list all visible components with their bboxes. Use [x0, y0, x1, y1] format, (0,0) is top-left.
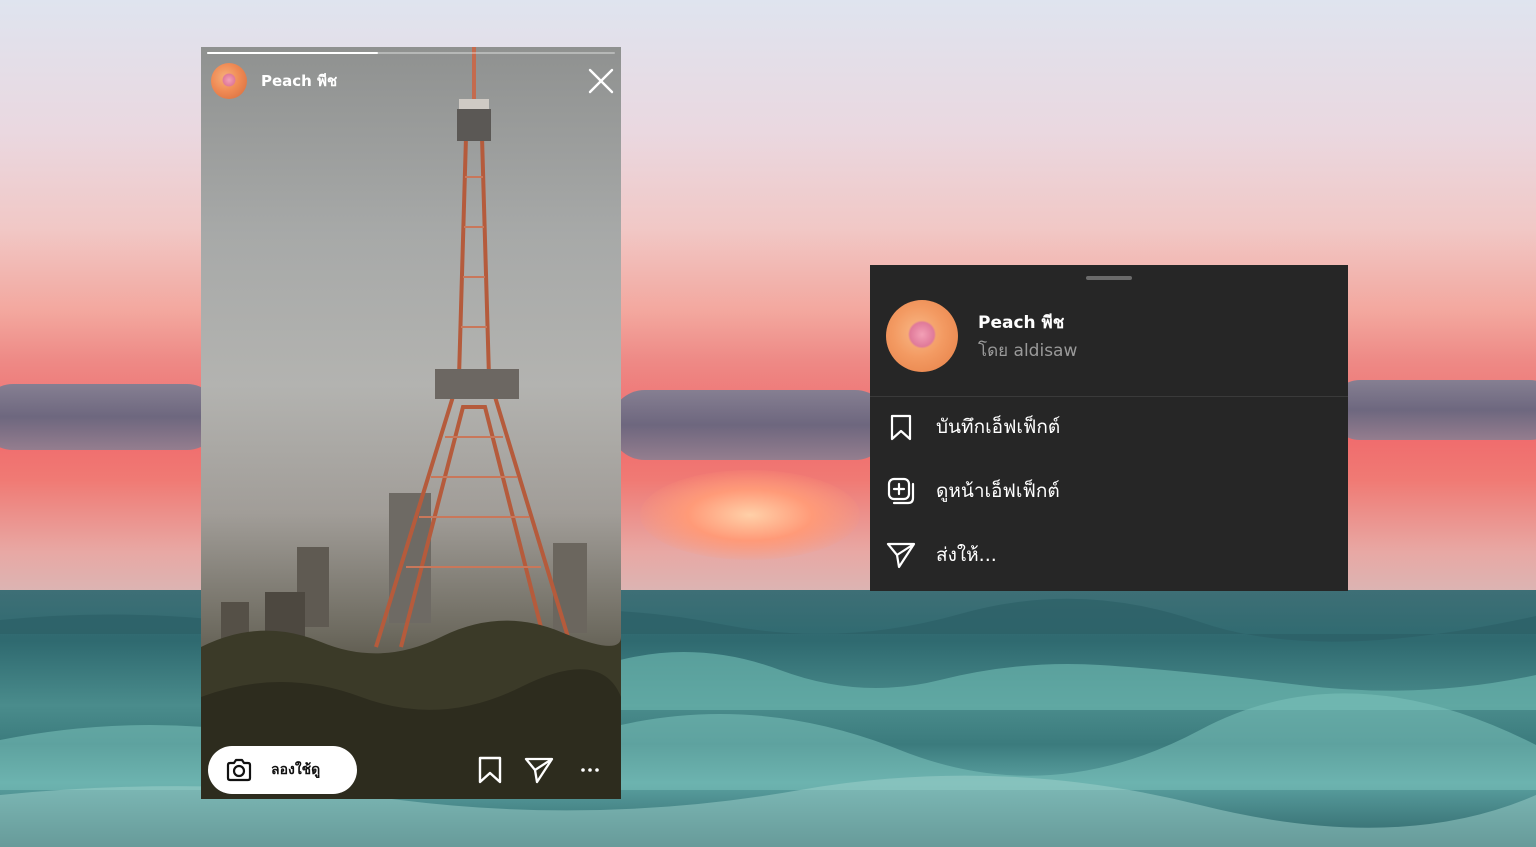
- story-header[interactable]: Peach พีช: [211, 63, 337, 99]
- menu-item-save-effect[interactable]: บันทึกเอ็ฟเฟ็กต์: [870, 399, 1348, 455]
- sheet-drag-handle[interactable]: [1086, 276, 1132, 280]
- setting-sun: [640, 470, 860, 560]
- cloud-band-middle: [610, 390, 890, 460]
- send-icon[interactable]: [524, 755, 554, 785]
- cloud-band-right: [1330, 380, 1536, 440]
- try-effect-button[interactable]: ลองใช้ดู: [208, 746, 357, 794]
- bookmark-icon[interactable]: [475, 755, 505, 785]
- effect-creator[interactable]: โดย aldisaw: [978, 337, 1077, 364]
- story-viewer[interactable]: Peach พีช ลองใช้ดู: [201, 47, 621, 799]
- effect-avatar-large[interactable]: [886, 300, 958, 372]
- effect-info[interactable]: Peach พีช โดย aldisaw: [886, 300, 1077, 372]
- camera-icon: [226, 758, 252, 782]
- story-progress-bar: [207, 52, 615, 54]
- tokyo-tower-photo: [201, 47, 621, 799]
- send-icon: [886, 542, 916, 569]
- menu-item-label: ส่งให้...: [936, 544, 997, 566]
- menu-item-send-to[interactable]: ส่งให้...: [870, 527, 1348, 583]
- menu-item-label: บันทึกเอ็ฟเฟ็กต์: [936, 416, 1061, 438]
- close-icon[interactable]: [587, 67, 615, 95]
- cloud-band-left: [0, 384, 220, 450]
- try-effect-label: ลองใช้ดู: [271, 762, 321, 778]
- menu-item-view-effect-page[interactable]: ดูหน้าเอ็ฟเฟ็กต์: [870, 463, 1348, 519]
- effect-avatar[interactable]: [211, 63, 247, 99]
- add-effect-page-icon: [887, 477, 915, 505]
- story-author-name[interactable]: Peach พีช: [261, 69, 337, 93]
- sheet-divider: [870, 396, 1348, 397]
- effect-name: Peach พีช: [978, 312, 1065, 333]
- effect-options-sheet: Peach พีช โดย aldisaw บันทึกเอ็ฟเฟ็กต์ ด…: [870, 265, 1348, 591]
- menu-item-label: ดูหน้าเอ็ฟเฟ็กต์: [936, 480, 1060, 502]
- bookmark-icon: [890, 414, 912, 441]
- story-progress-fill: [207, 52, 379, 54]
- more-options-icon[interactable]: [576, 755, 606, 785]
